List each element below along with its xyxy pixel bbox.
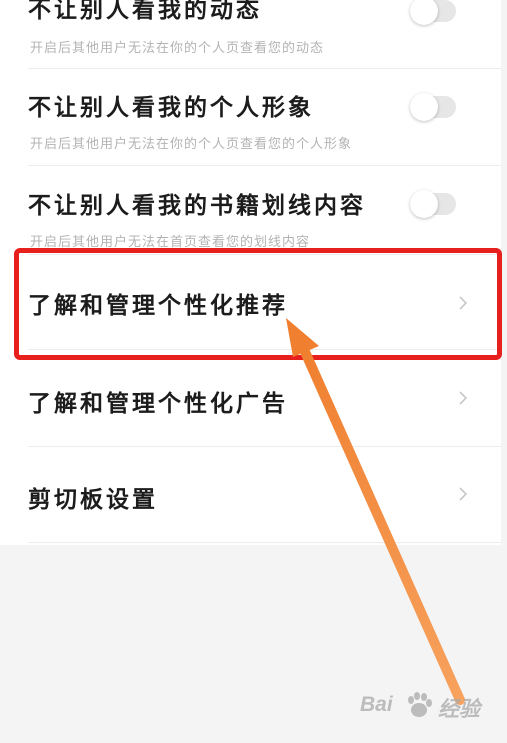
- baidu-paw-icon: [408, 692, 432, 717]
- watermark: Bai 经验: [360, 686, 500, 726]
- watermark-text-right: 经验: [438, 698, 480, 721]
- watermark-text-left: Bai: [360, 693, 393, 716]
- annotation-arrow: [286, 318, 465, 705]
